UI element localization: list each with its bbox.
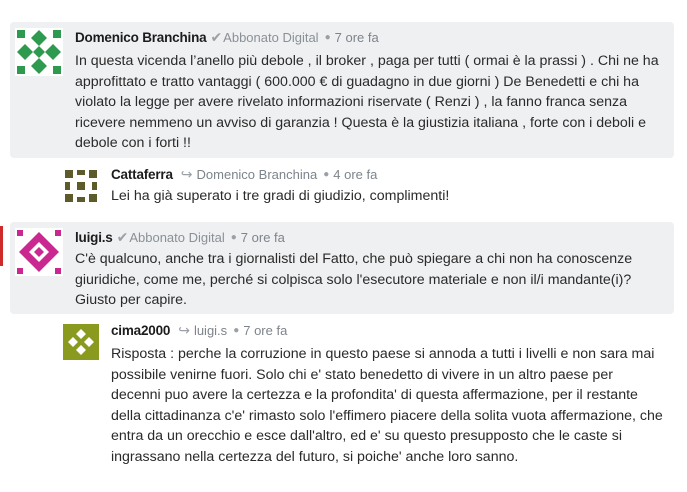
timestamp[interactable]: 7 ore fa (241, 230, 285, 245)
comment-text: C'è qualcuno, anche tra i giornalisti de… (75, 251, 633, 308)
timestamp[interactable]: 4 ore fa (333, 167, 377, 182)
comment-meta: Domenico Branchina ✔ Abbonato Digital ● 7… (75, 29, 379, 46)
badge-label: Abbonato Digital (223, 30, 319, 45)
reply-arrow-icon: ↪ (178, 322, 190, 338)
comment-meta: luigi.s ✔ Abbonato Digital ● 7 ore fa (75, 229, 285, 246)
separator-dot: ● (230, 232, 237, 243)
check-icon: ✔ (116, 229, 129, 245)
separator-dot: ● (233, 325, 240, 336)
author-name[interactable]: Cattaferra (111, 167, 173, 182)
subscriber-badge: ✔ Abbonato Digital (117, 229, 225, 246)
timestamp[interactable]: 7 ore fa (243, 323, 287, 338)
comment-meta: cima2000 ↪ luigi.s ● 7 ore fa (111, 322, 287, 339)
comment-meta: Cattaferra ↪ Domenico Branchina ● 4 ore … (111, 166, 377, 183)
comment-text: Lei ha già superato i tre gradi di giudi… (111, 188, 450, 204)
author-name[interactable]: Domenico Branchina (75, 30, 207, 45)
comment-text: In questa vicenda l’anello più debole , … (75, 53, 659, 151)
separator-dot: ● (324, 32, 331, 43)
avatar[interactable] (15, 28, 63, 76)
comment-text: Risposta : perche la corruzione in quest… (111, 346, 663, 465)
badge-label: Abbonato Digital (129, 230, 225, 245)
avatar[interactable] (15, 228, 63, 276)
subscriber-badge: ✔ Abbonato Digital (210, 29, 318, 46)
new-comment-marker (0, 226, 3, 266)
separator-dot: ● (323, 169, 330, 180)
reply-to-name[interactable]: Domenico Branchina (197, 167, 318, 182)
reply-to-name[interactable]: luigi.s (194, 323, 227, 338)
check-icon: ✔ (210, 29, 223, 45)
reply-arrow-icon: ↪ (180, 166, 193, 182)
avatar[interactable] (63, 324, 99, 360)
author-name[interactable]: luigi.s (75, 230, 113, 245)
timestamp[interactable]: 7 ore fa (335, 30, 379, 45)
avatar[interactable] (63, 168, 99, 204)
author-name[interactable]: cima2000 (111, 323, 170, 338)
